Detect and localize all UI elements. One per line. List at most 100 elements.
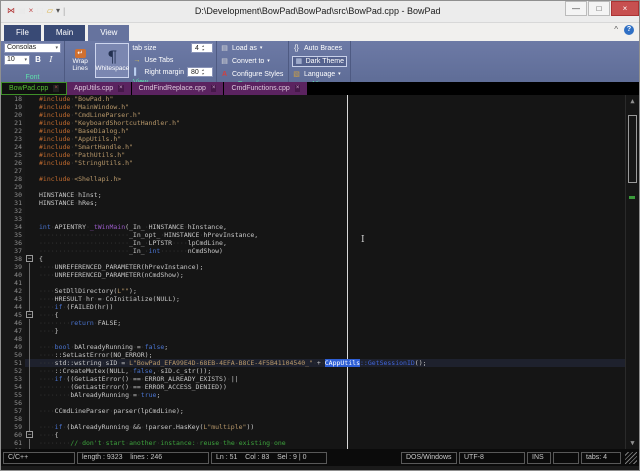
code-line[interactable]: 37·······················_In_·int·······… [1,247,639,255]
maximize-button[interactable]: □ [588,1,610,16]
code-line[interactable]: 45−····{ [1,311,639,319]
new-doc-icon[interactable]: ▢ [36,6,44,16]
code-line[interactable]: 46········return·FALSE; [1,319,639,327]
code-line[interactable]: 60−····{ [1,431,639,439]
code-line[interactable]: 25#include·"PathUtils.h" [1,151,639,159]
code-line[interactable]: 52····::CreateMutex(NULL,·false,·sID.c_s… [1,367,639,375]
code-line[interactable]: 20#include·"CmdLineParser.h" [1,111,639,119]
font-family-select[interactable]: Consolas ▾ [4,43,61,53]
save-icon[interactable]: ▤ [18,6,26,16]
right-margin-stepper[interactable]: 80 ▴▾ [187,67,213,77]
dark-theme-button[interactable]: ▦ Dark Theme [292,56,347,67]
fold-margin[interactable]: − [25,431,35,439]
fold-margin[interactable]: − [25,255,35,263]
code-line[interactable]: 21#include·"KeyboardShortcutHandler.h" [1,119,639,127]
doc-tab-apputils-cpp[interactable]: AppUtils.cpp× [67,82,132,95]
fold-collapse-icon[interactable]: − [26,255,33,262]
vertical-scrollbar[interactable]: ▲ ▼ [625,95,639,449]
code-line[interactable]: 18#include·"BowPad.h" [1,95,639,103]
doc-tab-cmdfunctions-cpp[interactable]: CmdFunctions.cpp× [224,82,308,95]
scroll-down-icon[interactable]: ▼ [630,437,634,449]
bold-button[interactable]: B [33,55,43,64]
code-line[interactable]: 34int·APIENTRY·_tWinMain(_In_·HINSTANCE·… [1,223,639,231]
use-tabs-button[interactable]: → Use Tabs [132,55,213,66]
code-line[interactable]: 61········//·don't·start·another·instanc… [1,439,639,447]
wrap-lines-button[interactable]: ↵ Wrap Lines [68,43,92,78]
close-tab-icon[interactable]: × [295,85,301,92]
right-margin-icon: ▍ [132,68,141,76]
code-line[interactable]: 41 [1,279,639,287]
fold-collapse-icon[interactable]: − [26,311,33,318]
code-line[interactable]: 22#include·"BaseDialog.h" [1,127,639,135]
code-line[interactable]: 43····HRESULT·hr·=·CoInitialize(NULL); [1,295,639,303]
close-tab-icon[interactable]: × [118,85,124,92]
code-line[interactable]: 36·······················_In_·LPTSTR····… [1,239,639,247]
configure-styles-button[interactable]: A Configure Styles [220,69,285,80]
code-line[interactable]: 28#include·<Shellapi.h> [1,175,639,183]
code-line[interactable]: 51····std::wstring·sID·=·L"BowPad_EFA99E… [1,359,639,367]
code-line[interactable]: 32 [1,207,639,215]
code-line[interactable]: 54········(GetLastError()·==·ERROR_ACCES… [1,383,639,391]
code-line[interactable]: 58 [1,415,639,423]
resize-grip[interactable] [625,452,637,464]
code-line[interactable]: 26#include·"StringUtils.h" [1,159,639,167]
open-folder-icon[interactable]: ▱ [47,6,53,16]
code-line[interactable]: 42····SetDllDirectory(L""); [1,287,639,295]
language-button[interactable]: ▧ Language ▾ [292,69,347,80]
spin-down-icon[interactable]: ▾ [202,48,204,52]
code-text: ····UNREFERENCED_PARAMETER(hPrevInstance… [35,263,203,271]
code-line[interactable]: 49····bool·bAlreadyRunning·=·false; [1,343,639,351]
italic-button[interactable]: I [46,55,56,64]
ribbon: Consolas ▾ 10 ▾ B I Font ↵ Wrap Lines [1,41,639,82]
ribbon-tab-main[interactable]: Main [44,25,85,41]
help-icon[interactable]: ? [624,25,634,35]
whitespace-button[interactable]: ¶ Whitespace [95,43,129,78]
code-line[interactable]: 44····if·(FAILED(hr)) [1,303,639,311]
collapse-ribbon-icon[interactable]: ^ [614,25,618,34]
ribbon-tab-view[interactable]: View [88,25,129,41]
scrollbar-thumb[interactable] [628,115,637,183]
code-line[interactable]: 31HINSTANCE·hRes; [1,199,639,207]
code-line[interactable]: 27 [1,167,639,175]
code-line[interactable]: 23#include·"AppUtils.h" [1,135,639,143]
code-line[interactable]: 39····UNREFERENCED_PARAMETER(hPrevInstan… [1,263,639,271]
load-as-button[interactable]: ▤ Load as ▾ [220,43,285,54]
code-line[interactable]: 24#include·"SmartHandle.h" [1,143,639,151]
code-line[interactable]: 56 [1,399,639,407]
close-tab-icon[interactable]: × [211,85,217,92]
ribbon-tab-file[interactable]: File [4,25,41,41]
tab-size-stepper[interactable]: 4 ▴▾ [191,43,213,53]
convert-to-button[interactable]: ▤ Convert to ▾ [220,56,285,67]
code-line[interactable]: 40····UNREFERENCED_PARAMETER(nCmdShow); [1,271,639,279]
close-button[interactable]: × [611,1,639,16]
close-doc-icon[interactable]: × [29,6,34,16]
code-line[interactable]: 53····if·((GetLastError()·==·ERROR_ALREA… [1,375,639,383]
code-line[interactable]: 62 [1,447,639,449]
font-size-select[interactable]: 10 ▾ [4,55,30,65]
fold-collapse-icon[interactable]: − [26,431,33,438]
code-line[interactable]: 29 [1,183,639,191]
code-line[interactable]: 33 [1,215,639,223]
code-line[interactable]: 35·······················_In_opt_·HINSTA… [1,231,639,239]
code-line[interactable]: 57····CCmdLineParser·parser(lpCmdLine); [1,407,639,415]
code-line[interactable]: 38−{ [1,255,639,263]
spin-down-icon[interactable]: ▾ [202,72,204,76]
qat-dropdown-icon[interactable]: ▾ [56,6,60,16]
code-line[interactable]: 55········bAlreadyRunning·=·true; [1,391,639,399]
doc-tab-cmdfindreplace-cpp[interactable]: CmdFindReplace.cpp× [132,82,225,95]
fold-margin[interactable]: − [25,311,35,319]
auto-braces-button[interactable]: {} Auto Braces [292,43,347,54]
code-line[interactable]: 30HINSTANCE·hInst; [1,191,639,199]
line-number: 42 [1,287,25,295]
code-line[interactable]: 19#include·"MainWindow.h" [1,103,639,111]
code-line[interactable]: 50····::SetLastError(NO_ERROR); [1,351,639,359]
scroll-up-icon[interactable]: ▲ [630,95,634,107]
code-editor[interactable]: 18#include·"BowPad.h"19#include·"MainWin… [1,95,639,449]
code-text: ····{ [35,311,59,319]
minimize-button[interactable]: — [565,1,587,16]
code-line[interactable]: 59····if·(bAlreadyRunning·&&·!parser.Has… [1,423,639,431]
doc-tab-bowpad-cpp[interactable]: BowPad.cpp× [1,82,67,95]
close-tab-icon[interactable]: × [53,85,59,92]
code-line[interactable]: 48 [1,335,639,343]
code-line[interactable]: 47····} [1,327,639,335]
